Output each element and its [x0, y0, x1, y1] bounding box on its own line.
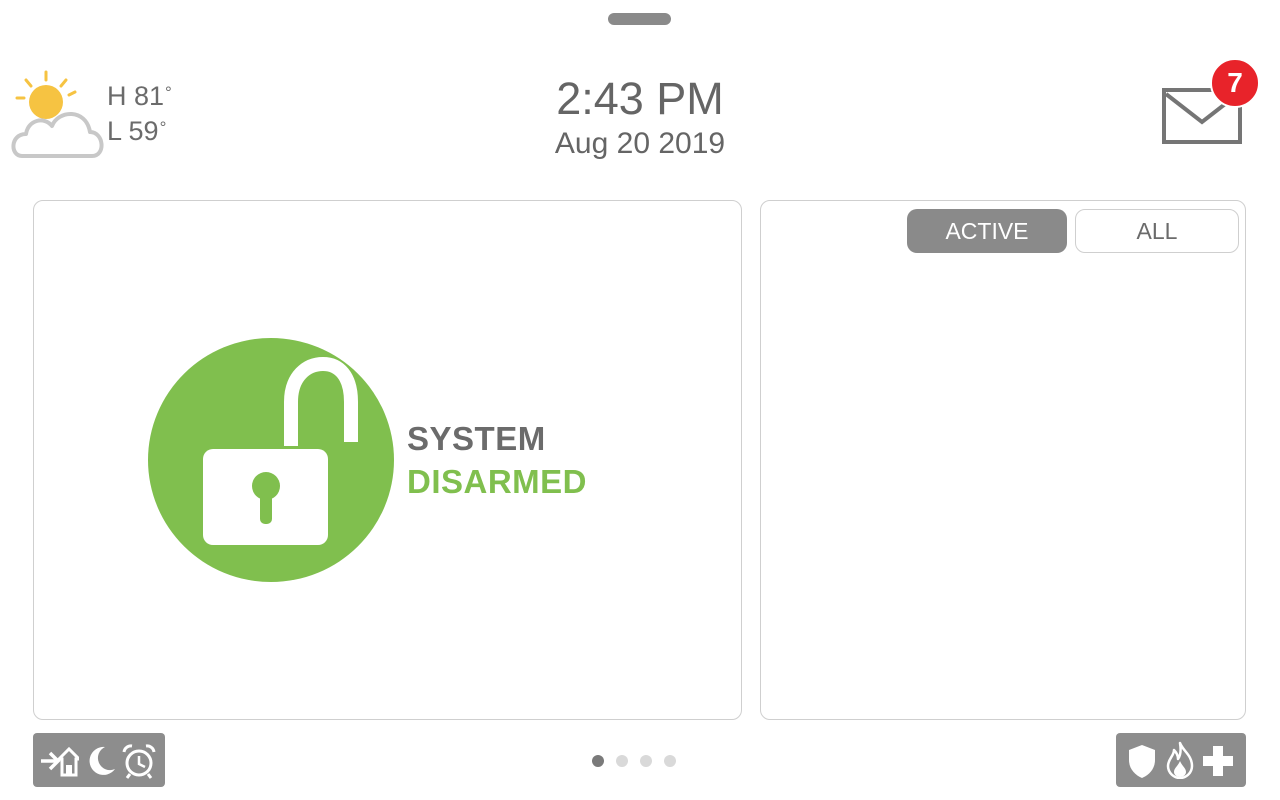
page-indicator: [592, 755, 682, 767]
moon-icon: [89, 746, 115, 775]
high-temperature: H 81°: [107, 81, 172, 111]
pull-down-handle[interactable]: [608, 13, 671, 25]
tab-all[interactable]: ALL: [1075, 209, 1239, 253]
exit-home-icon: [41, 746, 79, 777]
status-label-system: SYSTEM: [407, 420, 546, 457]
events-panel: ACTIVE ALL: [760, 200, 1246, 720]
low-temperature: L 59°: [107, 116, 167, 146]
partly-cloudy-icon: [11, 70, 104, 158]
alarm-clock-icon: [122, 744, 156, 779]
unlocked-padlock-icon: [203, 356, 358, 545]
emergency-button[interactable]: [1116, 733, 1246, 787]
clock-time: 2:43 PM: [556, 73, 724, 124]
security-status-panel[interactable]: SYSTEM DISARMED: [33, 200, 742, 720]
status-label-disarmed: DISARMED: [407, 463, 588, 500]
fire-icon: [1166, 741, 1194, 779]
medical-cross-icon: [1203, 746, 1233, 776]
clock-date: Aug 20 2019: [554, 127, 726, 160]
page-dot-4[interactable]: [664, 755, 676, 767]
page-dot-1[interactable]: [592, 755, 604, 767]
tab-active[interactable]: ACTIVE: [907, 209, 1067, 253]
arm-modes-button[interactable]: [33, 733, 165, 787]
shield-icon: [1129, 745, 1155, 778]
unread-messages-badge[interactable]: 7: [1210, 58, 1260, 108]
page-dot-3[interactable]: [640, 755, 652, 767]
page-dot-2[interactable]: [616, 755, 628, 767]
